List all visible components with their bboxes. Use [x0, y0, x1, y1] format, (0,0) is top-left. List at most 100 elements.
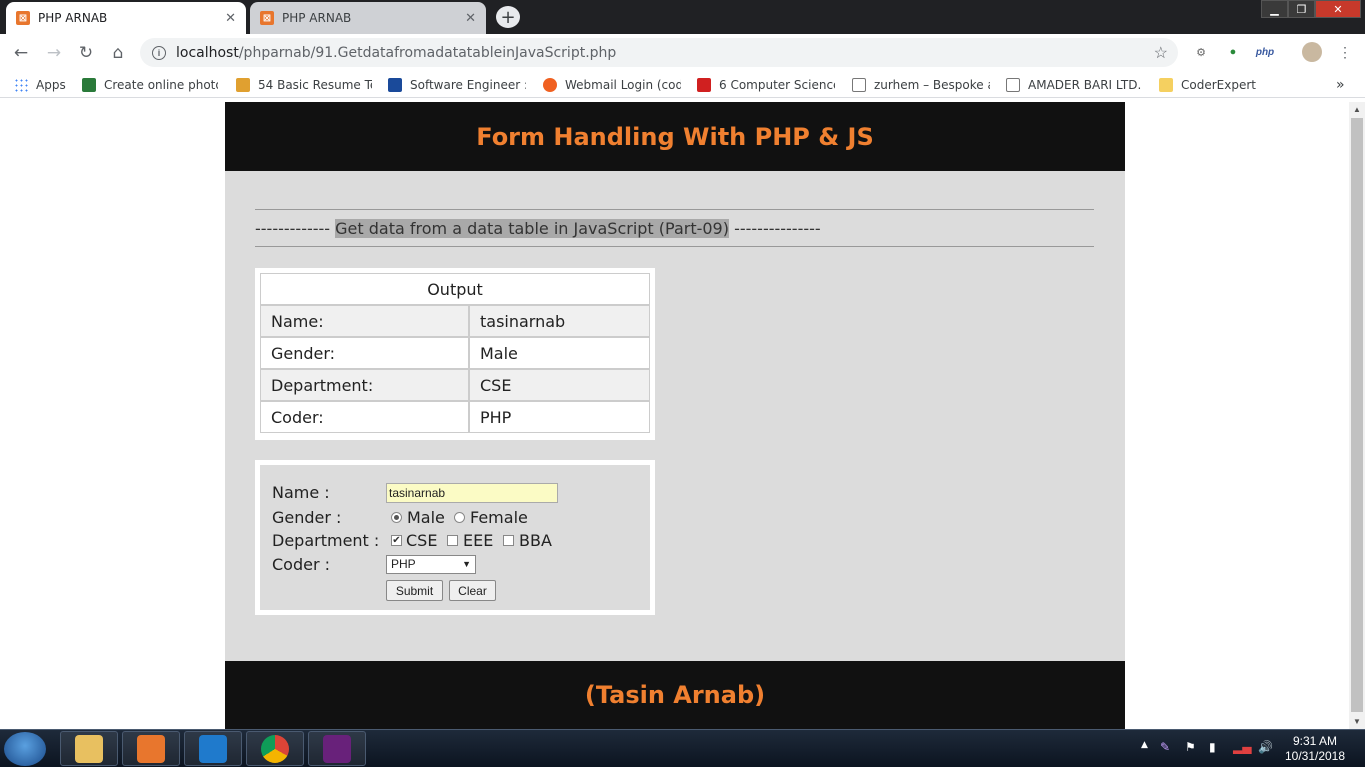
taskbar-explorer[interactable]: [60, 731, 118, 766]
url-path: /phparnab/91.GetdatafromadatatableinJava…: [238, 44, 617, 61]
section-prefix: -------------: [255, 219, 336, 238]
extension-gear-icon[interactable]: ⚙: [1192, 43, 1210, 61]
close-tab-icon[interactable]: ✕: [465, 11, 476, 26]
department-bba-label: BBA: [519, 531, 552, 550]
page-viewport: Form Handling With PHP & JS ------------…: [0, 102, 1349, 729]
url-text: localhost/phparnab/91.Getdatafromadatata…: [176, 45, 616, 61]
tray-battery-icon[interactable]: ▮: [1209, 740, 1216, 754]
tab-strip: ⊠ PHP ARNAB ✕ ⊠ PHP ARNAB ✕ + ▁ ❐ ✕: [0, 0, 1365, 34]
back-icon[interactable]: ←: [9, 41, 33, 65]
windows-taskbar: ▲ ✎ ⚑ ▮ ▂▄ 🔊 9:31 AM 10/31/2018: [0, 729, 1365, 767]
bookmark-apps[interactable]: Apps: [14, 76, 74, 93]
clear-button[interactable]: Clear: [449, 580, 496, 601]
page-container: Form Handling With PHP & JS ------------…: [225, 102, 1125, 729]
section-suffix: ---------------: [728, 219, 821, 238]
row-value: Male: [469, 337, 650, 369]
new-tab-button[interactable]: +: [496, 6, 520, 28]
form-panel: Name : tasinarnab Gender : Male Female D…: [255, 460, 655, 615]
name-input[interactable]: tasinarnab: [386, 483, 558, 503]
bdjobs-icon: [388, 77, 402, 92]
tray-network-icon[interactable]: ▂▄: [1233, 740, 1251, 754]
taskbar-vscode[interactable]: [184, 731, 242, 766]
gender-female-radio[interactable]: [454, 512, 465, 523]
department-eee-checkbox[interactable]: [447, 535, 458, 546]
taskbar-visual-studio[interactable]: [308, 731, 366, 766]
row-label: Department:: [260, 369, 469, 401]
scrollbar-thumb[interactable]: [1351, 118, 1363, 712]
section-heading: Get data from a data table in JavaScript…: [335, 219, 729, 238]
taskbar-xampp[interactable]: [122, 731, 180, 766]
chrome-icon: [261, 734, 289, 763]
department-cse-checkbox[interactable]: ✔: [391, 535, 402, 546]
url-host: localhost: [176, 44, 239, 61]
submit-button[interactable]: Submit: [386, 580, 443, 601]
bookmark-label: 6 Computer Science (: [719, 77, 835, 92]
table-row: Gender: Male: [260, 337, 650, 369]
tray-flag-icon[interactable]: ⚑: [1185, 740, 1196, 754]
bookmark-software-engineer[interactable]: Software Engineer : E: [388, 76, 526, 93]
taskbar-clock[interactable]: 9:31 AM 10/31/2018: [1280, 734, 1350, 764]
xampp-icon: [137, 734, 165, 763]
maximize-button[interactable]: ❐: [1288, 0, 1315, 18]
bookmark-computer-science[interactable]: 6 Computer Science (: [697, 76, 835, 93]
row-value: CSE: [469, 369, 650, 401]
bookmark-zurhem[interactable]: zurhem – Bespoke ar: [852, 76, 990, 93]
table-row: Coder: PHP: [260, 401, 650, 433]
clock-time: 9:31 AM: [1292, 734, 1338, 748]
output-panel: Output Name: tasinarnab Gender: Male Dep…: [255, 268, 655, 440]
department-cse-label: CSE: [406, 531, 438, 550]
extension-globe-icon[interactable]: ●: [1224, 43, 1242, 61]
tab-php-arnab-active[interactable]: ⊠ PHP ARNAB ✕: [6, 2, 246, 34]
row-value: tasinarnab: [469, 305, 650, 337]
page-scrollbar[interactable]: ▲ ▼: [1349, 102, 1365, 729]
folder-icon: [1159, 77, 1173, 92]
start-button[interactable]: [4, 732, 46, 766]
row-label: Coder:: [260, 401, 469, 433]
address-bar[interactable]: i localhost/phparnab/91.Getdatafromadata…: [140, 38, 1178, 67]
department-eee-label: EEE: [463, 531, 494, 550]
tray-volume-icon[interactable]: 🔊: [1258, 740, 1273, 754]
c-icon: [697, 77, 711, 92]
bookmark-label: Apps: [36, 77, 66, 92]
menu-icon[interactable]: ⋮: [1336, 43, 1354, 61]
tray-pen-icon[interactable]: ✎: [1160, 740, 1170, 754]
bookmark-webmail[interactable]: Webmail Login (code: [543, 76, 681, 93]
tab-php-arnab[interactable]: ⊠ PHP ARNAB ✕: [250, 2, 486, 34]
bookmarks-overflow-icon[interactable]: »: [1336, 76, 1350, 93]
bookmark-label: zurhem – Bespoke ar: [874, 77, 990, 92]
xampp-icon: ⊠: [16, 11, 30, 25]
close-tab-icon[interactable]: ✕: [225, 11, 236, 26]
table-row: Name: tasinarnab: [260, 305, 650, 337]
section-title: ------------- Get data from a data table…: [255, 219, 1094, 238]
divider: [255, 246, 1094, 247]
reload-icon[interactable]: ↻: [74, 41, 98, 65]
minimize-button[interactable]: ▁: [1261, 0, 1288, 18]
bookmark-coderexpert[interactable]: CoderExpert: [1159, 76, 1269, 93]
department-label: Department :: [272, 531, 380, 550]
visual-studio-icon: [323, 734, 351, 763]
name-label: Name :: [272, 483, 330, 502]
forward-icon[interactable]: →: [42, 41, 66, 65]
scroll-up-icon[interactable]: ▲: [1353, 105, 1361, 114]
home-icon[interactable]: ⌂: [106, 41, 130, 65]
gender-male-radio[interactable]: [391, 512, 402, 523]
info-icon[interactable]: i: [152, 45, 166, 60]
page-title: Form Handling With PHP & JS: [476, 122, 874, 151]
avatar[interactable]: [1302, 42, 1322, 62]
bookmark-create-online-photo[interactable]: Create online photo c: [82, 76, 218, 93]
clock-date: 10/31/2018: [1284, 749, 1346, 763]
close-window-button[interactable]: ✕: [1315, 0, 1361, 18]
scroll-down-icon[interactable]: ▼: [1353, 717, 1361, 726]
bookmark-star-icon[interactable]: ☆: [1154, 43, 1168, 63]
browser-toolbar: ← → ↻ ⌂ i localhost/phparnab/91.Getdataf…: [0, 34, 1365, 71]
extension-php-icon[interactable]: php: [1256, 43, 1274, 61]
row-label: Name:: [260, 305, 469, 337]
taskbar-chrome[interactable]: [246, 731, 304, 766]
bookmark-resume[interactable]: 54 Basic Resume Tem: [236, 76, 372, 93]
tray-expand-icon[interactable]: ▲: [1141, 740, 1148, 750]
department-bba-checkbox[interactable]: [503, 535, 514, 546]
page-icon: [852, 77, 866, 92]
bookmark-amader-bari[interactable]: AMADER BARI LTD. |: [1006, 76, 1144, 93]
apps-grid-icon: [14, 77, 28, 92]
coder-select[interactable]: PHP ▼: [386, 555, 476, 574]
